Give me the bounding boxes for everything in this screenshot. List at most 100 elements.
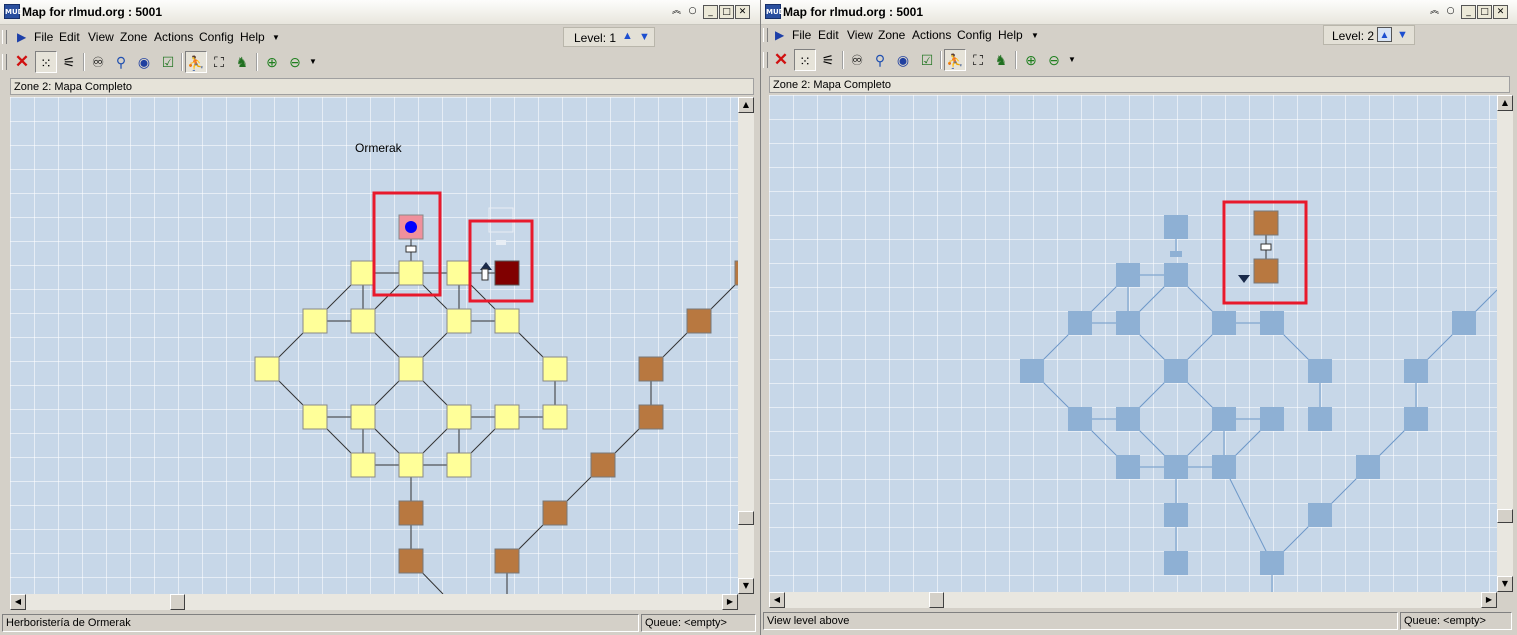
follow-icon[interactable]: ⛹ xyxy=(185,51,207,73)
close-button[interactable]: ✕ xyxy=(1493,5,1508,19)
grid-icon[interactable]: ⁙ xyxy=(794,49,816,71)
menu-file[interactable]: File xyxy=(792,28,811,42)
minimize-button[interactable]: _ xyxy=(703,5,718,19)
scroll-up-icon[interactable]: ▲ xyxy=(738,97,754,113)
map-window-right: MUD Map for rlmud.org : 5001 ︽ ○ _ □ ✕ ▶… xyxy=(760,0,1517,635)
title-bar[interactable]: MUD Map for rlmud.org : 5001 ︽ ○ _ □ ✕ xyxy=(761,0,1517,25)
level-up-icon[interactable]: ▲ xyxy=(1377,27,1392,42)
pin-icon[interactable]: ○ xyxy=(1443,5,1458,19)
binoculars-icon[interactable]: ♾ xyxy=(87,51,109,73)
window-title: Map for rlmud.org : 5001 xyxy=(22,5,163,19)
room xyxy=(1308,503,1332,527)
vertical-scrollbar[interactable]: ▲ ▼ xyxy=(738,97,754,594)
close-button[interactable]: ✕ xyxy=(735,5,750,19)
scroll-thumb[interactable] xyxy=(929,592,944,608)
scroll-thumb[interactable] xyxy=(170,594,185,610)
menu-arrow-icon[interactable]: ▶ xyxy=(17,30,26,44)
room xyxy=(398,260,424,286)
level-down-icon[interactable]: ▼ xyxy=(1397,29,1408,41)
menu-edit[interactable]: Edit xyxy=(818,28,839,42)
menu-help[interactable]: Help xyxy=(240,30,265,44)
checkbox-icon[interactable]: ☑ xyxy=(157,51,179,73)
menu-help[interactable]: Help xyxy=(998,28,1023,42)
find-room-icon[interactable]: ◉ xyxy=(133,51,155,73)
menu-zone[interactable]: Zone xyxy=(120,30,147,44)
menu-config[interactable]: Config xyxy=(957,28,992,42)
dropdown-icon[interactable]: ▼ xyxy=(302,51,324,73)
toolbar-separator xyxy=(940,51,942,69)
rollup-icon[interactable]: ︽ xyxy=(1427,5,1442,19)
room xyxy=(302,308,328,334)
grid-icon[interactable]: ⁙ xyxy=(35,51,57,73)
room xyxy=(1308,407,1332,431)
scroll-right-icon[interactable]: ▶ xyxy=(722,594,738,610)
room xyxy=(638,356,664,382)
menu-view[interactable]: View xyxy=(88,30,114,44)
spray-icon[interactable]: ⚟ xyxy=(817,49,839,71)
room xyxy=(638,404,664,430)
level-down-icon[interactable]: ▼ xyxy=(639,31,650,43)
room xyxy=(1068,311,1092,335)
scroll-left-icon[interactable]: ◀ xyxy=(769,592,785,608)
pin-icon[interactable]: ○ xyxy=(685,5,700,19)
map-canvas[interactable]: Ormerak xyxy=(10,97,738,594)
maximize-button[interactable]: □ xyxy=(719,5,734,19)
scroll-down-icon[interactable]: ▼ xyxy=(1497,576,1513,592)
menu-config[interactable]: Config xyxy=(199,30,234,44)
title-bar[interactable]: MUD Map for rlmud.org : 5001 ︽ ○ _ □ ✕ xyxy=(0,0,760,25)
horizontal-scrollbar[interactable]: ◀ ▶ xyxy=(769,592,1497,608)
toolbar-grip xyxy=(2,54,7,70)
room xyxy=(1020,359,1044,383)
level-up-icon[interactable]: ▲ xyxy=(622,30,633,42)
magnifier-icon[interactable]: ⚲ xyxy=(110,51,132,73)
menu-view[interactable]: View xyxy=(847,28,873,42)
scroll-left-icon[interactable]: ◀ xyxy=(10,594,26,610)
room-level-2[interactable] xyxy=(1253,210,1279,236)
map-window-left: MUD Map for rlmud.org : 5001 ︽ ○ _ □ ✕ ▶… xyxy=(0,0,760,635)
rollup-icon[interactable]: ︽ xyxy=(669,5,684,19)
close-icon[interactable]: ✕ xyxy=(11,51,33,73)
minimize-button[interactable]: _ xyxy=(1461,5,1476,19)
magnifier-icon[interactable]: ⚲ xyxy=(869,49,891,71)
menu-actions[interactable]: Actions xyxy=(154,30,193,44)
dark-red-room[interactable] xyxy=(494,260,520,286)
maximize-button[interactable]: □ xyxy=(1477,5,1492,19)
menu-arrow-icon[interactable]: ▶ xyxy=(775,28,784,42)
scroll-thumb[interactable] xyxy=(738,511,754,525)
scroll-up-icon[interactable]: ▲ xyxy=(1497,95,1513,111)
menu-more-icon[interactable]: ▼ xyxy=(1031,31,1039,40)
walker-icon[interactable]: ♞ xyxy=(990,49,1012,71)
scroll-thumb[interactable] xyxy=(1497,509,1513,523)
menu-zone[interactable]: Zone xyxy=(878,28,905,42)
toolbar: ✕ ⁙ ⚟ ♾ ⚲ ◉ ☑ ⛹ ⛶ ♞ ⊕ ⊖ ▼ xyxy=(0,50,760,74)
scroll-right-icon[interactable]: ▶ xyxy=(1481,592,1497,608)
binoculars-icon[interactable]: ♾ xyxy=(846,49,868,71)
walk-icon[interactable]: ⛶ xyxy=(208,51,230,73)
room xyxy=(1068,407,1092,431)
map-canvas[interactable] xyxy=(769,95,1497,592)
find-room-icon[interactable]: ◉ xyxy=(892,49,914,71)
scroll-down-icon[interactable]: ▼ xyxy=(738,578,754,594)
room xyxy=(1260,551,1284,575)
menu-file[interactable]: File xyxy=(34,30,53,44)
room xyxy=(1260,311,1284,335)
menu-more-icon[interactable]: ▼ xyxy=(272,33,280,42)
status-queue: Queue: <empty> xyxy=(1400,612,1512,630)
rooms-level-1-faded xyxy=(1020,215,1476,575)
horizontal-scrollbar[interactable]: ◀ ▶ xyxy=(10,594,738,610)
room-level-2[interactable] xyxy=(1253,258,1279,284)
vertical-scrollbar[interactable]: ▲ ▼ xyxy=(1497,95,1513,592)
walk-icon[interactable]: ⛶ xyxy=(967,49,989,71)
room xyxy=(350,260,376,286)
zoom-in-icon[interactable]: ⊕ xyxy=(1020,49,1042,71)
room xyxy=(494,548,520,574)
menu-edit[interactable]: Edit xyxy=(59,30,80,44)
zoom-in-icon[interactable]: ⊕ xyxy=(261,51,283,73)
spray-icon[interactable]: ⚟ xyxy=(58,51,80,73)
checkbox-icon[interactable]: ☑ xyxy=(916,49,938,71)
walker-icon[interactable]: ♞ xyxy=(231,51,253,73)
menu-actions[interactable]: Actions xyxy=(912,28,951,42)
dropdown-icon[interactable]: ▼ xyxy=(1061,49,1083,71)
follow-icon[interactable]: ⛹ xyxy=(944,49,966,71)
close-icon[interactable]: ✕ xyxy=(770,49,792,71)
